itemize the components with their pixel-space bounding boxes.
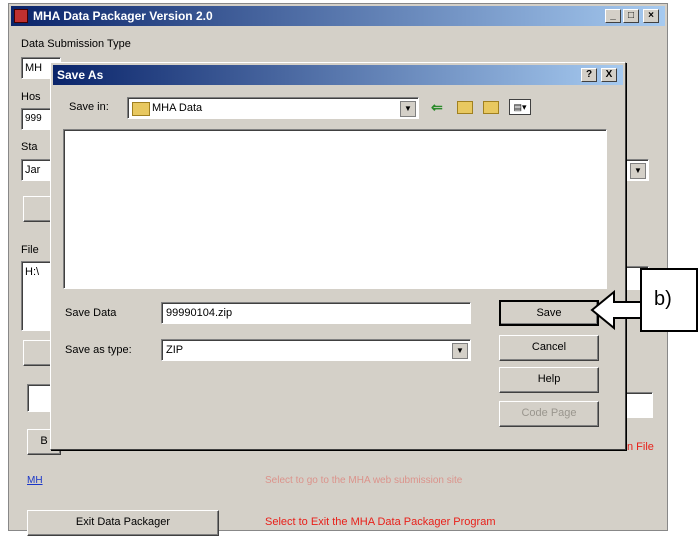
right-dropdown[interactable]: ▼	[623, 159, 649, 181]
view-menu-icon[interactable]: ▤▾	[509, 99, 531, 115]
save-in-label: Save in:	[69, 101, 109, 113]
up-folder-icon[interactable]	[457, 101, 473, 114]
right-field-2[interactable]	[623, 392, 653, 418]
callout-label: b)	[654, 288, 672, 310]
save-type-label: Save as type:	[65, 344, 132, 356]
save-in-combo[interactable]: MHA Data ▼	[127, 97, 419, 119]
save-type-combo[interactable]: ZIP ▼	[161, 339, 471, 361]
minimize-button[interactable]: _	[605, 9, 621, 23]
dialog-title-bar: Save As ? X	[53, 65, 623, 85]
start-label: Sta	[21, 141, 38, 153]
chevron-down-icon: ▼	[630, 163, 646, 179]
submission-link[interactable]: MH	[27, 475, 43, 486]
cancel-button[interactable]: Cancel	[499, 335, 599, 361]
callout-box: b)	[640, 268, 698, 332]
dialog-title: Save As	[57, 68, 104, 82]
right-hint-fragment: n File	[627, 441, 654, 453]
exit-hint: Select to Exit the MHA Data Packager Pro…	[265, 516, 496, 528]
new-folder-icon[interactable]	[483, 101, 499, 114]
main-title-bar: MHA Data Packager Version 2.0 _ □ ×	[11, 6, 665, 26]
help-button[interactable]: Help	[499, 367, 599, 393]
code-page-button: Code Page	[499, 401, 599, 427]
save-as-dialog: Save As ? X Save in: MHA Data ▼ ⇐ ▤▾ Sav…	[50, 62, 626, 450]
data-submission-type-label: Data Submission Type	[21, 38, 131, 50]
dialog-close-button[interactable]: X	[601, 68, 617, 82]
file-browser-pane[interactable]	[63, 129, 607, 289]
hospital-label: Hos	[21, 91, 41, 103]
app-icon	[14, 9, 28, 23]
close-button[interactable]: ×	[643, 9, 659, 23]
folder-icon	[132, 102, 150, 116]
maximize-button[interactable]: □	[623, 9, 639, 23]
main-title: MHA Data Packager Version 2.0	[33, 9, 213, 23]
save-data-label: Save Data	[65, 307, 117, 319]
exit-data-packager-button[interactable]: Exit Data Packager	[27, 510, 219, 536]
link-hint: Select to go to the MHA web submission s…	[265, 475, 463, 486]
save-data-field[interactable]: 99990104.zip	[161, 302, 471, 324]
back-icon[interactable]: ⇐	[431, 99, 443, 116]
file-label: File	[21, 244, 39, 256]
chevron-down-icon: ▼	[400, 101, 416, 117]
dialog-help-button[interactable]: ?	[581, 68, 597, 82]
chevron-down-icon: ▼	[452, 343, 468, 359]
save-button[interactable]: Save	[499, 300, 599, 326]
